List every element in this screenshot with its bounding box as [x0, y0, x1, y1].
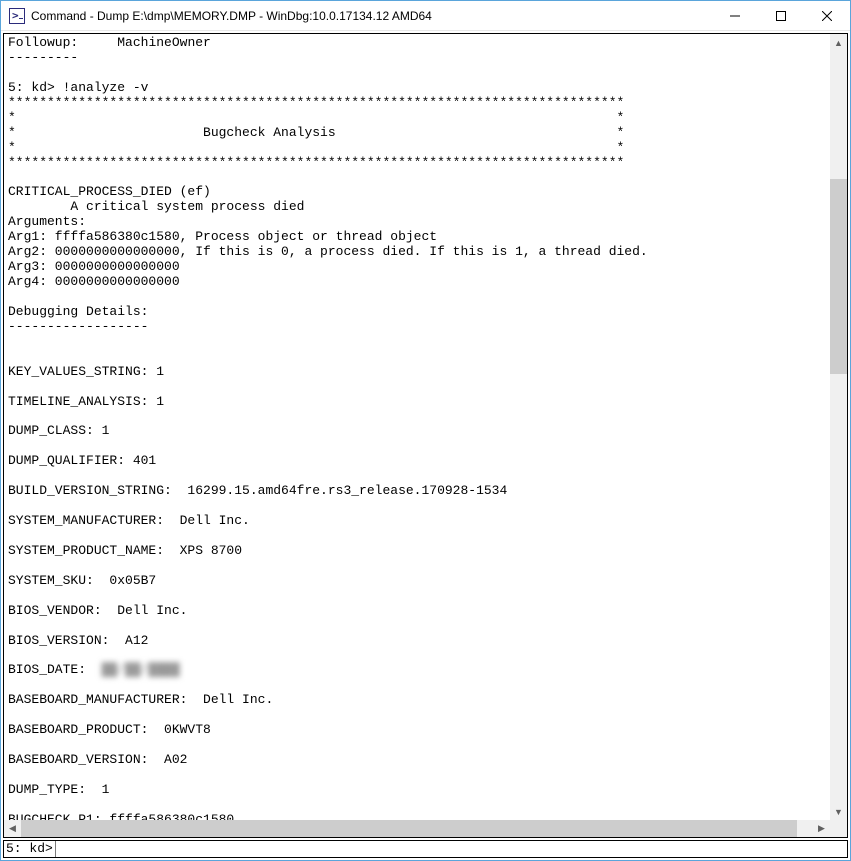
hscroll-track[interactable] — [21, 820, 813, 837]
field-baseboard-version: BASEBOARD_VERSION: A02 — [8, 752, 187, 767]
arg3: Arg3: 0000000000000000 — [8, 259, 180, 274]
field-system-product-name: SYSTEM_PRODUCT_NAME: XPS 8700 — [8, 543, 242, 558]
field-baseboard-manufacturer: BASEBOARD_MANUFACTURER: Dell Inc. — [8, 692, 273, 707]
vscroll-thumb[interactable] — [830, 179, 847, 375]
scroll-left-arrow-icon[interactable]: ◀ — [4, 820, 21, 837]
divider: --------- — [8, 50, 78, 65]
arguments-label: Arguments: — [8, 214, 86, 229]
command-input-bar: 5: kd> — [3, 840, 848, 858]
scroll-right-arrow-icon[interactable]: ▶ — [813, 820, 830, 837]
command-prompt-line: 5: kd> !analyze -v — [8, 80, 148, 95]
minimize-icon — [730, 11, 740, 21]
horizontal-scrollbar[interactable]: ◀ ▶ — [4, 820, 847, 837]
field-bios-vendor: BIOS_VENDOR: Dell Inc. — [8, 603, 187, 618]
minimize-button[interactable] — [712, 1, 758, 30]
arg1: Arg1: ffffa586380c1580, Process object o… — [8, 229, 437, 244]
field-bugcheck-p1: BUGCHECK_P1: ffffa586380c1580 — [8, 812, 234, 820]
arg4: Arg4: 0000000000000000 — [8, 274, 180, 289]
field-system-sku: SYSTEM_SKU: 0x05B7 — [8, 573, 156, 588]
window-buttons — [712, 1, 850, 30]
field-dump-qualifier: DUMP_QUALIFIER: 401 — [8, 453, 156, 468]
output-scroll-region: Followup: MachineOwner --------- 5: kd> … — [4, 34, 847, 820]
output-panel: Followup: MachineOwner --------- 5: kd> … — [3, 33, 848, 838]
banner-line: * * — [8, 140, 624, 155]
field-key-values-string: KEY_VALUES_STRING: 1 — [8, 364, 164, 379]
vertical-scrollbar[interactable]: ▲ ▼ — [830, 34, 847, 820]
divider: ------------------ — [8, 319, 148, 334]
maximize-button[interactable] — [758, 1, 804, 30]
field-system-manufacturer: SYSTEM_MANUFACTURER: Dell Inc. — [8, 513, 250, 528]
followup-line: Followup: MachineOwner — [8, 35, 211, 50]
banner-line: ****************************************… — [8, 155, 624, 170]
app-icon — [9, 8, 25, 24]
bugcheck-name: CRITICAL_PROCESS_DIED (ef) — [8, 184, 211, 199]
arg2: Arg2: 0000000000000000, If this is 0, a … — [8, 244, 648, 259]
scroll-down-arrow-icon[interactable]: ▼ — [830, 803, 847, 820]
close-icon — [822, 11, 832, 21]
windbg-command-window: Command - Dump E:\dmp\MEMORY.DMP - WinDb… — [0, 0, 851, 861]
window-title: Command - Dump E:\dmp\MEMORY.DMP - WinDb… — [31, 9, 712, 23]
field-baseboard-product: BASEBOARD_PRODUCT: 0KWVT8 — [8, 722, 211, 737]
vscroll-track[interactable] — [830, 51, 847, 803]
banner-title: * Bugcheck Analysis * — [8, 125, 624, 140]
banner-line: * * — [8, 110, 624, 125]
field-timeline-analysis: TIMELINE_ANALYSIS: 1 — [8, 394, 164, 409]
command-input[interactable] — [56, 841, 847, 857]
close-button[interactable] — [804, 1, 850, 30]
command-prompt-label: 5: kd> — [4, 841, 56, 857]
field-dump-class: DUMP_CLASS: 1 — [8, 423, 109, 438]
scroll-up-arrow-icon[interactable]: ▲ — [830, 34, 847, 51]
client-area: Followup: MachineOwner --------- 5: kd> … — [1, 31, 850, 860]
titlebar[interactable]: Command - Dump E:\dmp\MEMORY.DMP - WinDb… — [1, 1, 850, 31]
banner-line: ****************************************… — [8, 95, 624, 110]
scrollbar-corner — [830, 820, 847, 837]
field-bios-date: BIOS_DATE: ██/██/████ — [8, 662, 180, 677]
bugcheck-desc: A critical system process died — [8, 199, 304, 214]
redacted-value: ██/██/████ — [102, 662, 180, 677]
debugging-details-label: Debugging Details: — [8, 304, 148, 319]
field-build-version-string: BUILD_VERSION_STRING: 16299.15.amd64fre.… — [8, 483, 507, 498]
hscroll-thumb[interactable] — [21, 820, 797, 837]
field-dump-type: DUMP_TYPE: 1 — [8, 782, 109, 797]
maximize-icon — [776, 11, 786, 21]
command-output[interactable]: Followup: MachineOwner --------- 5: kd> … — [4, 34, 830, 820]
field-bios-version: BIOS_VERSION: A12 — [8, 633, 148, 648]
